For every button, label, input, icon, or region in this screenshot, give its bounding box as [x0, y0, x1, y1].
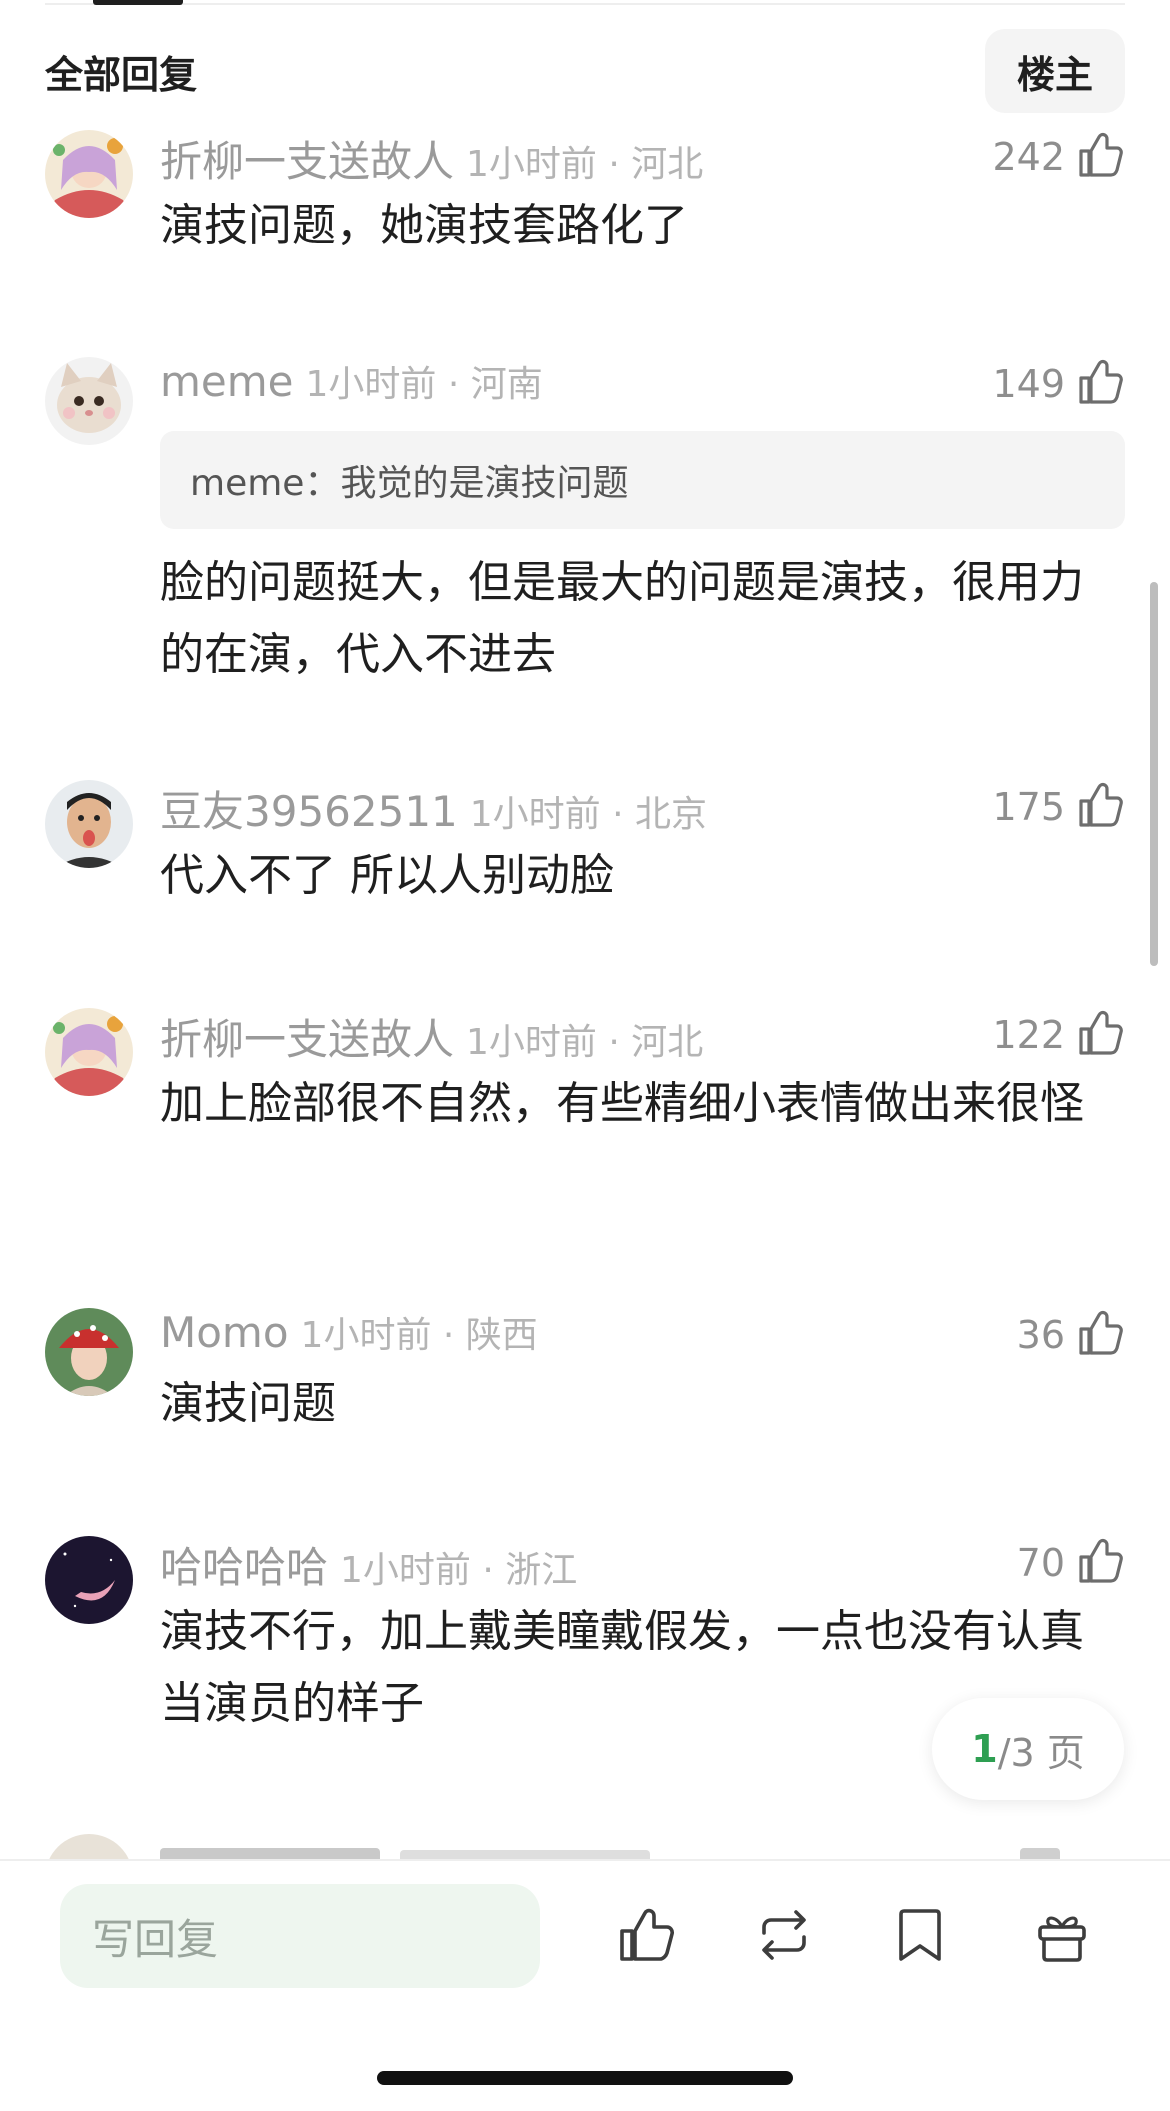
comment-item: 豆友39562511 1小时前 · 北京 175 代入不了 所以人别动脸 — [45, 778, 1125, 928]
like-count: 36 — [1016, 1313, 1065, 1357]
thumbs-up-icon[interactable] — [1073, 1007, 1125, 1063]
username[interactable]: 折柳一支送故人 — [160, 1006, 454, 1067]
timestamp-location: 1小时前 · 河北 — [466, 1022, 704, 1063]
current-page: 1 — [971, 1727, 998, 1771]
like-control[interactable]: 175 — [992, 778, 1125, 836]
bottom-action-bar: 写回复 — [0, 1859, 1170, 2111]
comment-item: Momo 1小时前 · 陕西 36 演技问题 — [45, 1306, 1125, 1456]
replies-header: 全部回复 楼主 — [45, 28, 1125, 114]
comment-text: 脸的问题挺大，但是最大的问题是演技，很用力的在演，代入不进去 — [160, 557, 1084, 680]
comment-text: 演技问题 — [160, 1378, 336, 1429]
comment-item: 折柳一支送故人 1小时前 · 河北 122 加上脸部很不自然，有些精细小表情做出… — [45, 1006, 1125, 1226]
tab-indicator — [93, 0, 183, 5]
timestamp-location: 1小时前 · 浙江 — [340, 1550, 578, 1591]
timestamp-location: 1小时前 · 陕西 — [300, 1315, 538, 1356]
partial-comment — [0, 1830, 1170, 1860]
page-indicator[interactable]: 1/3 页 — [932, 1698, 1124, 1800]
like-control[interactable]: 70 — [1017, 1534, 1125, 1592]
avatar[interactable] — [45, 780, 133, 868]
avatar[interactable] — [45, 1008, 133, 1096]
total-pages: /3 页 — [997, 1730, 1085, 1775]
thumbs-up-icon[interactable] — [1073, 1535, 1125, 1591]
thumbs-up-icon[interactable] — [1073, 129, 1125, 185]
like-count: 122 — [992, 1013, 1065, 1057]
like-control[interactable]: 36 — [1017, 1306, 1125, 1364]
comment-text: 演技问题，她演技套路化了 — [160, 200, 688, 251]
quote-text: 我觉的是演技问题 — [340, 463, 629, 504]
thumbs-up-icon[interactable] — [1073, 1307, 1125, 1363]
like-count: 149 — [992, 362, 1065, 406]
avatar[interactable] — [45, 1536, 133, 1624]
avatar[interactable] — [45, 357, 133, 445]
thumbs-up-icon[interactable] — [1073, 356, 1125, 412]
username[interactable]: 折柳一支送故人 — [160, 128, 454, 189]
repost-icon[interactable] — [752, 1903, 816, 1967]
scrollbar[interactable] — [1150, 582, 1158, 966]
comment-meta: 折柳一支送故人 1小时前 · 河北 — [160, 1006, 703, 1064]
comment-text: 加上脸部很不自然，有些精细小表情做出来很怪 — [160, 1078, 1084, 1129]
quote-author: meme： — [190, 463, 341, 504]
timestamp-location: 1小时前 · 河北 — [466, 144, 704, 185]
comment-meta: 折柳一支送故人 1小时前 · 河北 — [160, 128, 703, 186]
comment-meta: Momo 1小时前 · 陕西 — [160, 1306, 538, 1364]
like-control[interactable]: 122 — [992, 1006, 1125, 1064]
like-control[interactable]: 149 — [992, 355, 1125, 413]
op-only-button[interactable]: 楼主 — [985, 29, 1125, 113]
section-title: 全部回复 — [45, 52, 198, 97]
like-count: 70 — [1016, 1541, 1065, 1585]
comment-item: meme 1小时前 · 河南 149 meme： 我觉的是演技问题 脸的问题挺大，… — [45, 355, 1125, 695]
quoted-reply[interactable]: meme： 我觉的是演技问题 — [160, 431, 1125, 529]
comment-item: 折柳一支送故人 1小时前 · 河北 242 演技问题，她演技套路化了 — [45, 128, 1125, 298]
username[interactable]: 哈哈哈哈 — [160, 1534, 328, 1595]
comment-meta: 豆友39562511 1小时前 · 北京 — [160, 778, 707, 836]
top-divider — [45, 0, 1125, 5]
username[interactable]: meme — [160, 357, 294, 406]
comment-meta: 哈哈哈哈 1小时前 · 浙江 — [160, 1534, 577, 1592]
comment-text: 代入不了 所以人别动脸 — [160, 850, 614, 901]
like-count: 175 — [992, 785, 1065, 829]
bookmark-icon[interactable] — [888, 1903, 952, 1967]
username[interactable]: 豆友39562511 — [160, 778, 458, 839]
like-control[interactable]: 242 — [992, 128, 1125, 186]
avatar[interactable] — [45, 130, 133, 218]
avatar[interactable] — [45, 1308, 133, 1396]
home-indicator[interactable] — [377, 2071, 793, 2085]
gift-icon[interactable] — [1030, 1903, 1094, 1967]
timestamp-location: 1小时前 · 河南 — [305, 364, 543, 405]
reply-input[interactable]: 写回复 — [60, 1884, 540, 1988]
comment-meta: meme 1小时前 · 河南 — [160, 355, 543, 413]
like-icon[interactable] — [614, 1903, 678, 1967]
like-count: 242 — [992, 135, 1065, 179]
timestamp-location: 1小时前 · 北京 — [469, 794, 708, 835]
username[interactable]: Momo — [160, 1308, 289, 1357]
thumbs-up-icon[interactable] — [1073, 779, 1125, 835]
